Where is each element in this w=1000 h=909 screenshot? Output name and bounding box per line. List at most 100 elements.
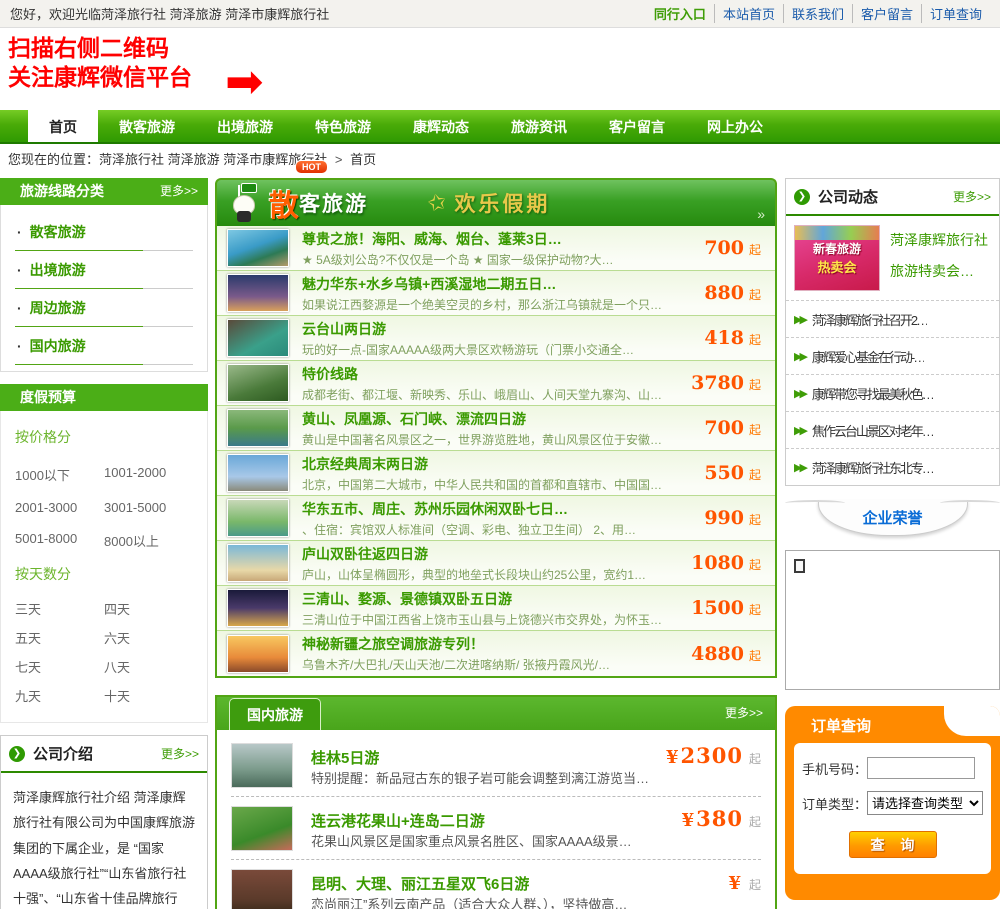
tour-price: 1080 起 [691, 552, 761, 574]
tour-row[interactable]: 特价线路 成都老街、都江堰、新映秀、乐山、峨眉山、人间天堂九寨沟、山… 3780 起 [217, 361, 775, 406]
days-option[interactable]: 十天 [104, 681, 193, 710]
days-option[interactable]: 五天 [15, 623, 104, 652]
sidebar-item-outbound[interactable]: · 出境旅游 [15, 251, 193, 280]
fit-tours-list: 尊贵之旅！海阳、威海、烟台、蓬莱3日… ★ 5A级刘公岛?不仅仅是一个岛 ★ 国家… [215, 226, 777, 678]
tour-row[interactable]: 庐山双卧往返四日游 庐山，山体呈椭圆形，典型的地垒式长段块山约25公里，宽约1… … [217, 541, 775, 586]
company-news-box: ❯ 公司动态 更多>> 新春旅游 热卖会 菏泽康辉旅行社旅游特卖会… ▶▶ 菏泽… [785, 178, 1000, 486]
days-filter-options: 三天 四天 五天 六天 七天 八天 九天 十天 [15, 594, 193, 710]
breadcrumb-current[interactable]: 首页 [350, 152, 376, 167]
top-link-message[interactable]: 客户留言 [851, 4, 921, 23]
page-content: 旅游线路分类 更多>> · 散客旅游 · 出境旅游 · 周边旅游 · 国内旅游 度假预算… [0, 160, 1000, 909]
tab-domestic-tours[interactable]: 国内旅游 [229, 698, 321, 730]
news-item[interactable]: ▶▶ 菏泽康辉旅行社东北专… [786, 448, 999, 485]
honor-content [785, 550, 1000, 690]
top-link-partner[interactable]: 同行入口 [646, 4, 714, 23]
fit-tours-banner: HOT 散 客旅游 ✩ 欢乐假期 » [215, 160, 777, 226]
sidebar-item-domestic[interactable]: · 国内旅游 [15, 327, 193, 356]
news-item[interactable]: ▶▶ 菏泽康辉旅行社召开2… [786, 300, 999, 337]
more-link[interactable]: 更多>> [725, 704, 763, 721]
banner-more-link[interactable]: » [757, 206, 765, 222]
price-option[interactable]: 3001-5000 [104, 492, 193, 523]
play-icon: ▶▶ [794, 314, 808, 326]
nav-home[interactable]: 首页 [28, 110, 98, 142]
tour-row[interactable]: 魅力华东+水乡乌镇+西溪湿地二期五日… 如果说江西婺源是一个绝美空灵的乡村，那么浙… [217, 271, 775, 316]
tour-title: 尊贵之旅！海阳、威海、烟台、蓬莱3日… [302, 230, 562, 247]
news-item[interactable]: ▶▶ 康辉爱心基金在行动-… [786, 337, 999, 374]
sidebar-item-nearby[interactable]: · 周边旅游 [15, 289, 193, 318]
tour-row[interactable]: 北京经典周末两日游 北京，中国第二大城市，中华人民共和国的首都和直辖市、中国国… … [217, 451, 775, 496]
tour-price: 1500 起 [691, 597, 761, 619]
domestic-tour-row[interactable]: 桂林5日游 ¥2300 起 特别提醒：新品冠古东的银子岩可能会调整到漓江游览当… [231, 734, 761, 797]
top-link-home[interactable]: 本站首页 [713, 4, 783, 23]
top-link-order[interactable]: 订单查询 [920, 4, 990, 23]
breadcrumb: 您现在的位置：菏泽旅行社 菏泽旅游 菏泽市康辉旅行社 > 首页 [0, 144, 1000, 172]
tour-row[interactable]: 黄山、凤凰源、石门峡、漂流四日游 黄山是中国著名风景区之一，世界游览胜地，黄山风景… [217, 406, 775, 451]
section-title: 旅游线路分类 [20, 183, 104, 199]
news-item[interactable]: ▶▶ 康辉带您寻找最美秋色… [786, 374, 999, 411]
price-option[interactable]: 8000以上 [104, 523, 193, 558]
banner-subtitle: 欢乐假期 [454, 193, 551, 216]
tour-title: 北京经典周末两日游 [302, 455, 428, 472]
nav-message[interactable]: 客户留言 [588, 110, 686, 142]
price-option[interactable]: 5001-8000 [15, 523, 104, 558]
days-option[interactable]: 九天 [15, 681, 104, 710]
tour-row[interactable]: 云台山两日游 玩的好一点-国家AAAAA级两大景区欢畅游玩（门票小交通全… 418… [217, 316, 775, 361]
qr-promo-line2: 关注康辉微信平台 [8, 63, 192, 90]
price-option[interactable]: 1001-2000 [104, 457, 193, 492]
play-icon: ▶▶ [794, 425, 808, 437]
play-icon: ▶▶ [794, 462, 808, 474]
price-option[interactable]: 1000以下 [15, 457, 104, 492]
price-option[interactable]: 2001-3000 [15, 492, 104, 523]
tour-row[interactable]: 三清山、婺源、景德镇双卧五日游 三清山位于中国江西省上饶市玉山县与上饶德兴市交界处… [217, 586, 775, 631]
tour-thumbnail [227, 364, 289, 402]
welcome-text: 您好，欢迎光临菏泽旅行社 菏泽旅游 菏泽市康辉旅行社 [10, 7, 330, 22]
breadcrumb-separator: > [334, 152, 343, 167]
tour-desc: 、住宿：宾馆双人标准间（空调、彩电、独立卫生间） 2、用… [302, 522, 637, 537]
top-link-contact[interactable]: 联系我们 [782, 4, 852, 23]
company-honor-box: 企业荣誉 [785, 500, 1000, 690]
domestic-tour-row[interactable]: 昆明、大理、丽江五星双飞6日游 ¥ 起 恋尚丽江”系列云南产品（适合大众人群、），… [231, 860, 761, 909]
nav-fit-tours[interactable]: 散客旅游 [98, 110, 196, 142]
featured-news-link[interactable]: 菏泽康辉旅行社旅游特卖会… [890, 225, 991, 291]
days-option[interactable]: 六天 [104, 623, 193, 652]
days-option[interactable]: 四天 [104, 594, 193, 623]
section-title: 公司动态 [818, 189, 879, 206]
more-link[interactable]: 更多>> [161, 745, 199, 762]
nav-news[interactable]: 康辉动态 [392, 110, 490, 142]
tour-row[interactable]: 尊贵之旅！海阳、威海、烟台、蓬莱3日… ★ 5A级刘公岛?不仅仅是一个岛 ★ 国家… [217, 226, 775, 271]
sidebar-item-fit-tours[interactable]: · 散客旅游 [15, 213, 193, 242]
days-option[interactable]: 八天 [104, 652, 193, 681]
nav-online-office[interactable]: 网上办公 [686, 110, 784, 142]
domestic-tour-row[interactable]: 连云港花果山+连岛二日游 ¥380 起 花果山风景区是国家重点风景名胜区、国家AA… [231, 797, 761, 860]
breadcrumb-path[interactable]: 菏泽旅行社 菏泽旅游 菏泽市康辉旅行社 [99, 152, 327, 167]
budget-box: 度假预算 按价格分 1000以下 1001-2000 2001-3000 300… [0, 384, 208, 723]
chevron-circle-icon: ❯ [9, 745, 25, 762]
tour-desc: 特别提醒：新品冠古东的银子岩可能会调整到漓江游览当… [311, 771, 650, 786]
tour-price: 550 起 [704, 462, 761, 484]
days-option[interactable]: 三天 [15, 594, 104, 623]
tour-categories-header: 旅游线路分类 更多>> [0, 178, 208, 205]
tour-row[interactable]: 神秘新疆之旅空调旅游专列！ 乌鲁木齐/大巴扎/天山天池/二次进喀纳斯/ 张掖丹霞风… [217, 631, 775, 676]
tour-title: 黄山、凤凰源、石门峡、漂流四日游 [302, 410, 526, 427]
tour-thumbnail [227, 544, 289, 582]
query-button[interactable]: 查 询 [848, 831, 937, 858]
news-item[interactable]: ▶▶ 焦作云台山景区对老年… [786, 411, 999, 448]
featured-news-image[interactable]: 新春旅游 热卖会 [794, 225, 880, 291]
more-link[interactable]: 更多>> [160, 178, 198, 205]
tour-desc: 恋尚丽江”系列云南产品（适合大众人群、），坚持做高… [311, 897, 628, 909]
more-link[interactable]: 更多>> [953, 188, 991, 205]
nav-info[interactable]: 旅游资讯 [490, 110, 588, 142]
tour-row[interactable]: 华东五市、周庄、苏州乐园休闲双卧七日… 、住宿：宾馆双人标准间（空调、彩电、独立卫… [217, 496, 775, 541]
tour-desc: 三清山位于中国江西省上饶市玉山县与上饶德兴市交界处，为怀玉… [302, 612, 663, 627]
tour-title: 神秘新疆之旅空调旅游专列！ [302, 636, 484, 652]
company-news-header: ❯ 公司动态 更多>> [786, 179, 999, 216]
days-option[interactable]: 七天 [15, 652, 104, 681]
nav-special[interactable]: 特色旅游 [294, 110, 392, 142]
qr-promo-banner: 扫描右侧二维码 关注康辉微信平台 ➡ [0, 28, 1000, 110]
nav-outbound[interactable]: 出境旅游 [196, 110, 294, 142]
tour-title: 庐山双卧往返四日游 [302, 545, 428, 562]
order-type-select[interactable]: 请选择查询类型 [867, 791, 983, 815]
price-filter-title: 按价格分 [15, 429, 71, 445]
phone-input[interactable] [867, 757, 976, 779]
order-query-box: 订单查询 手机号码： 订单类型： 请选择查询类型 查 询 [785, 706, 1000, 900]
